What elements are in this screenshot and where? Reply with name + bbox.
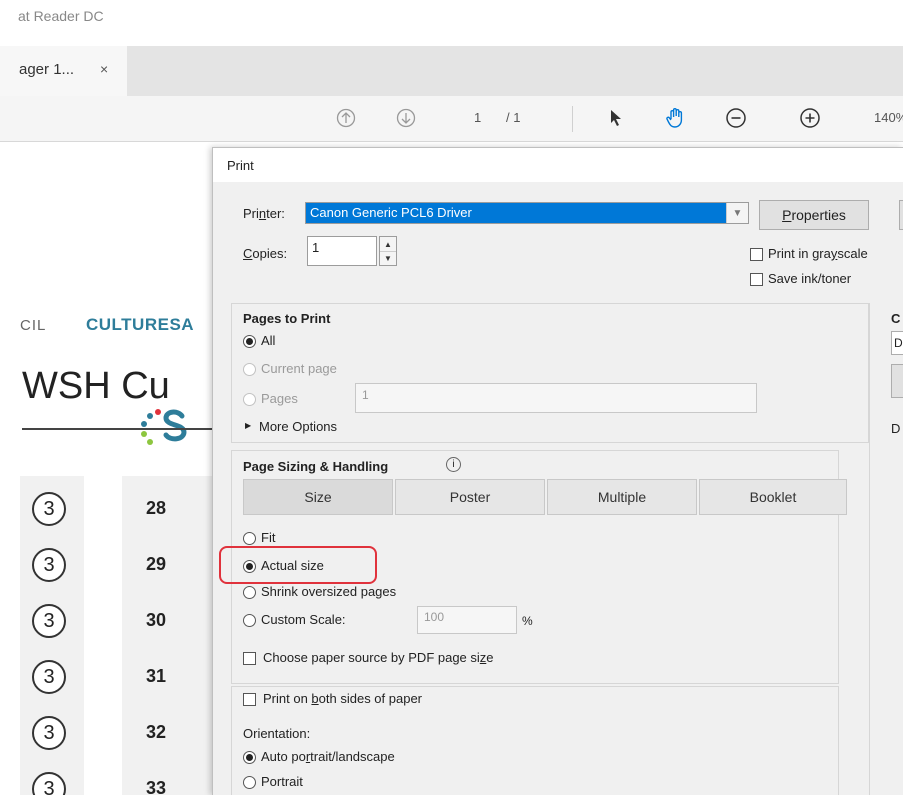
- copies-input[interactable]: 1: [307, 236, 377, 266]
- auto-orientation-radio[interactable]: [243, 751, 256, 764]
- document-row-number: 32: [146, 722, 167, 742]
- pages-all-label: All: [261, 333, 276, 348]
- tab-bar: ager 1... ×: [0, 46, 903, 96]
- custom-scale-input[interactable]: 100: [417, 606, 517, 634]
- print-grayscale-label: Print in grayscale: [768, 246, 868, 261]
- document-row-number: 31: [146, 666, 167, 686]
- document-circled-number: 3: [32, 716, 66, 750]
- sizing-tabs: Size Poster Multiple Booklet: [243, 479, 847, 515]
- custom-scale-radio[interactable]: [243, 614, 256, 627]
- printer-label: Printer:: [243, 206, 285, 221]
- document-tab-label: ager 1...: [19, 61, 75, 78]
- zoom-level[interactable]: 140%: [874, 110, 903, 125]
- document-row-number: 28: [146, 498, 167, 518]
- stepper-down-icon[interactable]: ▼: [380, 251, 396, 265]
- document-rule: [22, 428, 212, 430]
- document-tab[interactable]: ager 1... ×: [0, 46, 127, 96]
- tab-multiple[interactable]: Multiple: [547, 479, 697, 515]
- current-page-label: Current page: [261, 361, 337, 376]
- dialog-titlebar: Print: [213, 148, 903, 182]
- toolbar: 1 / 1 140%: [0, 96, 903, 142]
- preview-panel-button[interactable]: [891, 364, 903, 398]
- pages-range-label: Pages: [261, 391, 298, 406]
- document-circled-number: 3: [32, 492, 66, 526]
- zoom-out-icon[interactable]: [724, 106, 748, 130]
- current-page-number[interactable]: 1: [474, 110, 481, 125]
- dialog-title: Print: [227, 158, 254, 173]
- pages-to-print-title: Pages to Print: [243, 311, 331, 326]
- properties-button[interactable]: Properties: [759, 200, 869, 230]
- page-sizing-title: Page Sizing & Handling: [243, 459, 389, 474]
- document-row-number: 30: [146, 610, 167, 630]
- expand-triangle-icon[interactable]: ▶: [245, 421, 251, 430]
- document-column-bg: [122, 476, 212, 795]
- paper-source-checkbox[interactable]: [243, 652, 256, 665]
- fit-radio[interactable]: [243, 532, 256, 545]
- more-options-link[interactable]: More Options: [259, 419, 337, 434]
- document-page: CIL CULTURESA WSH Cu 3 3 3 3 3 3 28 29 3…: [0, 142, 212, 795]
- chevron-down-icon[interactable]: ▼: [726, 203, 748, 223]
- preview-panel-text: D: [891, 421, 901, 436]
- copies-stepper[interactable]: ▲ ▼: [379, 236, 397, 266]
- pages-range-input[interactable]: 1: [355, 383, 757, 413]
- next-page-icon[interactable]: [394, 106, 418, 130]
- tab-booklet[interactable]: Booklet: [699, 479, 847, 515]
- paper-source-label: Choose paper source by PDF page size: [263, 650, 494, 665]
- app-titlebar: at Reader DC: [0, 0, 903, 46]
- fit-label: Fit: [261, 530, 276, 545]
- document-row-number: 29: [146, 554, 167, 574]
- shrink-oversized-label: Shrink oversized pages: [261, 584, 397, 599]
- toolbar-divider: [572, 106, 573, 132]
- document-circled-number: 3: [32, 660, 66, 694]
- print-dialog: Print Printer: Canon Generic PCL6 Driver…: [212, 147, 903, 795]
- document-circled-number: 3: [32, 604, 66, 638]
- portrait-radio[interactable]: [243, 776, 256, 789]
- document-brand-text: CULTURESA: [86, 315, 195, 334]
- document-heading: WSH Cu: [22, 365, 170, 407]
- both-sides-checkbox[interactable]: [243, 693, 256, 706]
- hand-tool-icon[interactable]: [664, 106, 688, 130]
- stepper-up-icon[interactable]: ▲: [380, 237, 396, 251]
- save-ink-label: Save ink/toner: [768, 271, 852, 286]
- culture-logo-icon: [141, 409, 187, 445]
- total-pages: / 1: [506, 110, 521, 125]
- custom-scale-label: Custom Scale:: [261, 612, 346, 627]
- print-grayscale-checkbox[interactable]: [750, 248, 763, 261]
- pages-all-radio[interactable]: [243, 335, 256, 348]
- info-icon[interactable]: i: [446, 457, 461, 472]
- portrait-label: Portrait: [261, 774, 303, 789]
- pages-range-radio[interactable]: [243, 393, 256, 406]
- preview-panel-field[interactable]: D: [891, 331, 903, 355]
- tab-size[interactable]: Size: [243, 479, 393, 515]
- advanced-button[interactable]: [899, 200, 903, 230]
- both-sides-label: Print on both sides of paper: [263, 691, 423, 706]
- preview-panel-title: C: [891, 311, 901, 326]
- orientation-label: Orientation:: [243, 726, 311, 741]
- document-circled-number: 3: [32, 548, 66, 582]
- tab-poster[interactable]: Poster: [395, 479, 545, 515]
- scale-percent-label: %: [522, 614, 533, 628]
- previous-page-icon[interactable]: [334, 106, 358, 130]
- zoom-in-icon[interactable]: [798, 106, 822, 130]
- printer-select[interactable]: Canon Generic PCL6 Driver ▼: [305, 202, 749, 224]
- document-row-number: 33: [146, 778, 167, 795]
- select-tool-icon[interactable]: [604, 106, 628, 130]
- printer-selected-value: Canon Generic PCL6 Driver: [306, 203, 726, 223]
- document-council-text: CIL: [20, 317, 47, 334]
- current-page-radio[interactable]: [243, 363, 256, 376]
- save-ink-checkbox[interactable]: [750, 273, 763, 286]
- auto-orientation-label: Auto portrait/landscape: [261, 749, 395, 764]
- copies-label: Copies:: [243, 246, 288, 261]
- close-tab-icon[interactable]: ×: [100, 61, 108, 77]
- app-title: at Reader DC: [18, 8, 104, 24]
- shrink-oversized-radio[interactable]: [243, 586, 256, 599]
- highlight-annotation: [219, 546, 377, 584]
